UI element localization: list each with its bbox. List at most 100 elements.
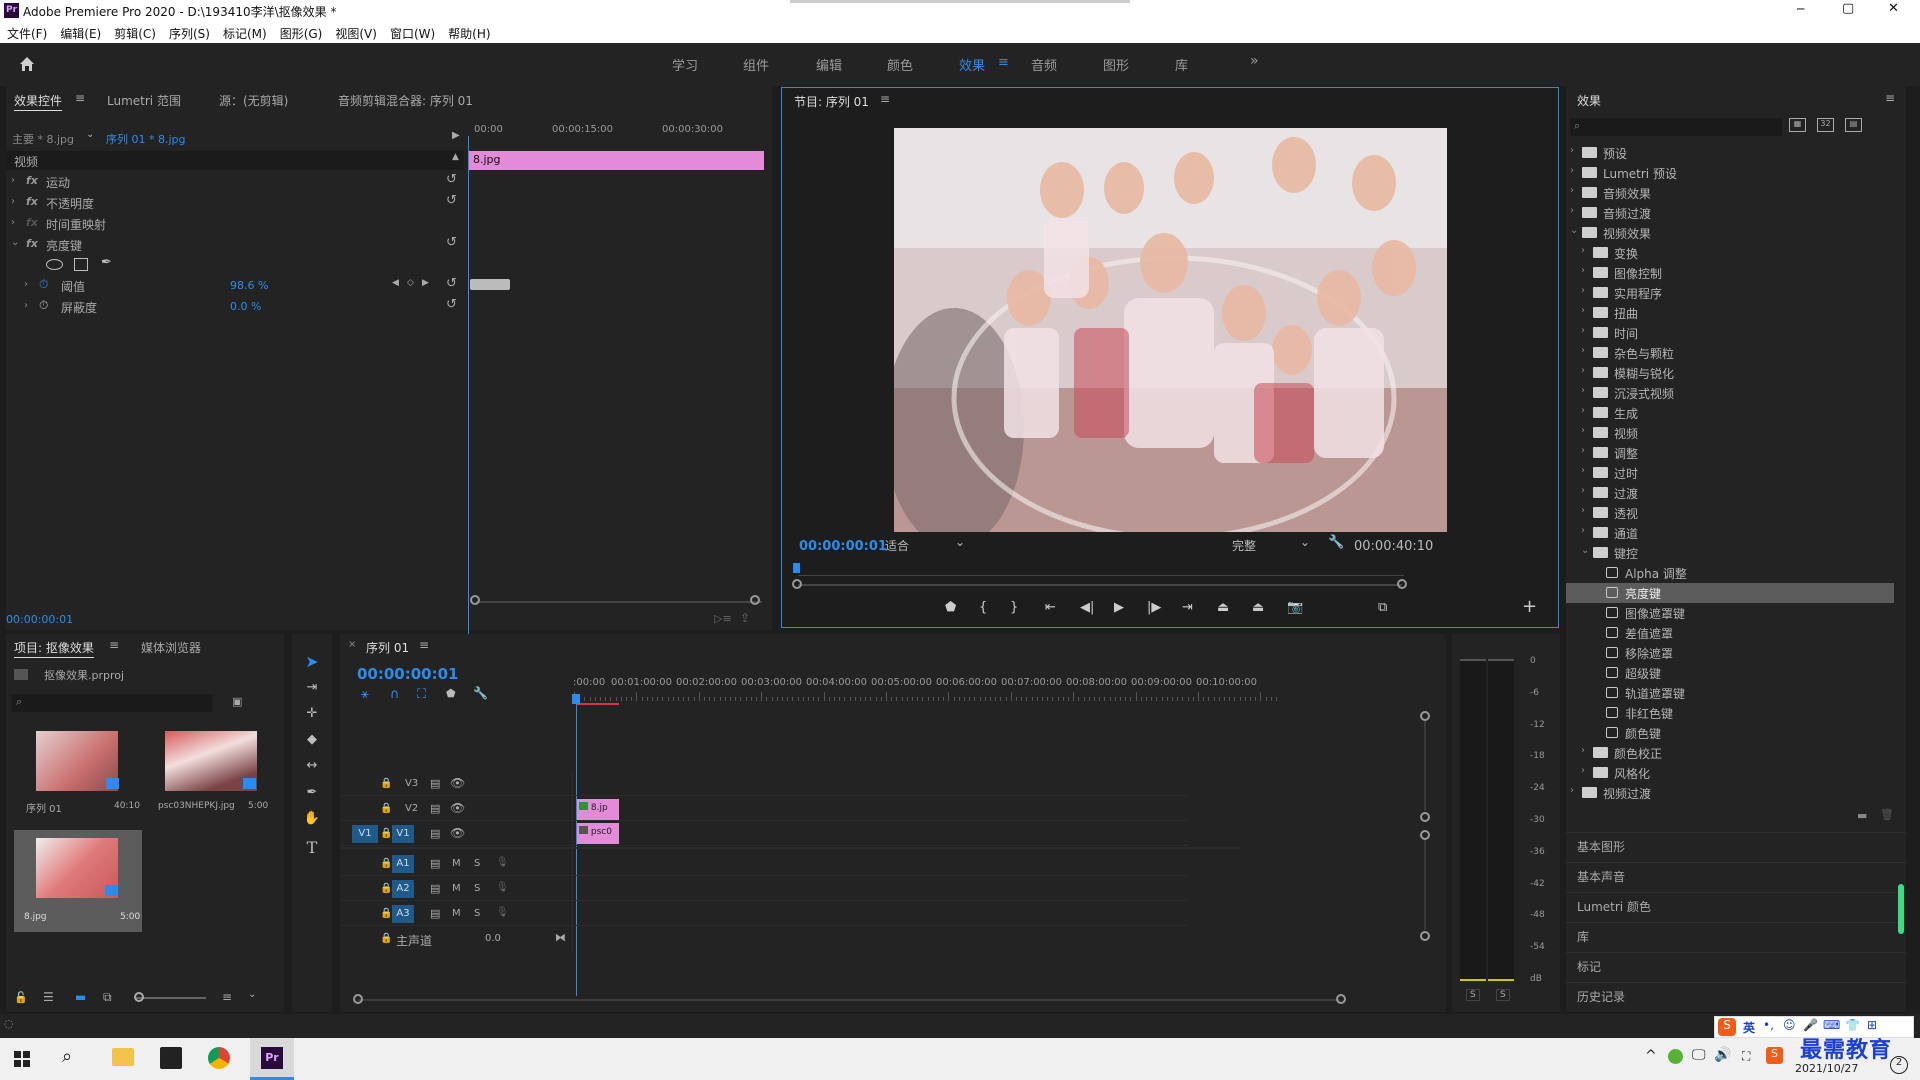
close-icon[interactable]: × <box>348 639 356 650</box>
param-value[interactable]: 98.6 % <box>230 279 268 292</box>
lock-icon[interactable]: 🔒 <box>380 858 392 869</box>
export-frame-icon[interactable]: 📷 <box>1287 600 1303 615</box>
tab-source[interactable]: 源：(无剪辑) <box>219 92 288 109</box>
keyboard-icon[interactable]: ⌨ <box>1823 1018 1840 1032</box>
effects-folder[interactable]: › 沉浸式视频 <box>1566 383 1894 403</box>
scroll-handle[interactable] <box>470 595 480 605</box>
effect-row-time-remap[interactable]: › fx 时间重映射 <box>6 214 464 234</box>
project-item[interactable]: 序列 01 40:10 <box>16 731 140 815</box>
linked-selection-icon[interactable]: ⛶ <box>417 687 426 702</box>
chevron-right-icon[interactable]: › <box>1581 425 1585 436</box>
sync-lock-icon[interactable]: ▤ <box>430 827 440 840</box>
panel-essential-sound[interactable]: 基本声音 <box>1566 862 1906 892</box>
reset-icon[interactable]: ↺ <box>446 276 457 291</box>
menu-window[interactable]: 窗口(W) <box>383 22 435 42</box>
effect-item[interactable]: 非红色键 <box>1566 703 1894 723</box>
chevron-right-icon[interactable]: › <box>24 300 28 311</box>
solo-right-button[interactable]: S <box>1496 989 1510 1001</box>
zoom-slider[interactable] <box>136 997 206 999</box>
param-row-threshold[interactable]: › ⏱ 阈值 98.6 % ◀ ◇ ▶ ↺ <box>6 276 464 296</box>
effects-folder[interactable]: › 生成 <box>1566 403 1894 423</box>
playhead-marker[interactable] <box>793 563 800 573</box>
solo-left-button[interactable]: S <box>1466 989 1480 1001</box>
go-to-in-icon[interactable]: ⇤ <box>1045 600 1056 615</box>
chevron-right-icon[interactable]: › <box>1581 325 1585 336</box>
mute-button[interactable]: M <box>452 908 461 919</box>
emoji-icon[interactable]: ☺ <box>1783 1018 1796 1032</box>
menu-marker[interactable]: 标记(M) <box>216 22 267 42</box>
track-divider[interactable] <box>340 847 1240 849</box>
chevron-right-icon[interactable]: › <box>1581 445 1585 456</box>
eye-icon[interactable]: 👁 <box>450 776 465 790</box>
vertical-zoom-handle[interactable] <box>1420 931 1430 941</box>
panel-menu-icon[interactable]: ≡ <box>419 638 429 652</box>
chevron-right-icon[interactable]: › <box>1581 245 1585 256</box>
play-icon[interactable]: ▶ <box>1114 600 1124 615</box>
effects-folder[interactable]: › 视频 <box>1566 423 1894 443</box>
effects-folder[interactable]: › 风格化 <box>1566 763 1894 783</box>
sync-lock-icon[interactable]: ▤ <box>430 802 440 815</box>
effects-folder[interactable]: › 音频过渡 <box>1566 203 1894 223</box>
effects-panel-title[interactable]: 效果 <box>1577 92 1601 109</box>
scroll-handle[interactable] <box>792 579 802 589</box>
add-keyframe-icon[interactable]: ◇ <box>407 278 414 288</box>
monitor-time-ruler[interactable] <box>798 566 1404 576</box>
ime-language[interactable]: 英 <box>1743 1019 1755 1036</box>
32bit-effects-icon[interactable]: 32 <box>1817 118 1834 132</box>
workspace-tab-editing[interactable]: 编辑 <box>816 55 842 74</box>
chevron-right-icon[interactable]: › <box>1570 785 1574 796</box>
export-icon[interactable]: ⇪ <box>740 611 750 625</box>
effect-row-motion[interactable]: › fx 运动 ↺ <box>6 172 464 192</box>
sequence-clip-label[interactable]: 序列 01 * 8.jpg <box>106 131 186 147</box>
menu-help[interactable]: 帮助(H) <box>441 22 490 42</box>
filter-icon[interactable]: ▷≡ <box>714 612 732 625</box>
timeline-clip[interactable]: 8.jp <box>577 799 619 820</box>
workspace-menu-icon[interactable]: ≡ <box>998 55 1009 70</box>
effect-item[interactable]: 轨道遮罩键 <box>1566 683 1894 703</box>
maximize-button[interactable]: ▢ <box>1842 1 1854 16</box>
play-only-icon[interactable]: ▶ <box>452 130 460 141</box>
ellipse-mask-icon[interactable] <box>46 259 63 270</box>
icon-view-icon[interactable]: ▬ <box>75 990 86 1004</box>
lock-icon[interactable]: 🔒 <box>380 933 392 944</box>
network-icon[interactable]: 🖵 <box>1692 1047 1706 1063</box>
playhead-marker[interactable] <box>468 136 469 636</box>
selection-tool-icon[interactable]: ➤ <box>300 652 324 674</box>
go-to-end-icon[interactable]: ⧓ <box>555 931 566 944</box>
chevron-right-icon[interactable]: › <box>1581 385 1585 396</box>
chevron-right-icon[interactable]: › <box>1570 185 1574 196</box>
workspace-tab-learn[interactable]: 学习 <box>672 55 698 74</box>
delete-icon[interactable]: 🗑 <box>1880 808 1894 821</box>
chevron-right-icon[interactable]: › <box>1581 365 1585 376</box>
horizontal-zoom-track[interactable] <box>358 999 1340 1001</box>
effects-folder[interactable]: › 音频效果 <box>1566 183 1894 203</box>
timeline-ruler[interactable]: :00:00 00:01:00:00 00:02:00:00 00:03:00:00 0… <box>573 674 1294 704</box>
close-button[interactable]: ✕ <box>1888 1 1899 16</box>
track-name[interactable]: A1 <box>392 855 414 873</box>
effects-folder[interactable]: › 颜色校正 <box>1566 743 1894 763</box>
chevron-right-icon[interactable]: › <box>11 196 15 207</box>
eye-icon[interactable]: 👁 <box>450 826 465 840</box>
panel-markers[interactable]: 标记 <box>1566 952 1906 982</box>
lock-icon[interactable]: 🔓 <box>14 991 28 1004</box>
sync-lock-icon[interactable]: ▤ <box>430 777 440 790</box>
ec-scroll-track[interactable] <box>476 601 762 603</box>
panel-menu-icon[interactable]: ≡ <box>75 91 85 105</box>
yuv-effects-icon[interactable]: ▤ <box>1845 118 1862 132</box>
slip-tool-icon[interactable]: ↔ <box>300 758 324 780</box>
add-button-icon[interactable]: + <box>1522 596 1537 617</box>
panel-libraries[interactable]: 库 <box>1566 922 1906 952</box>
track-name[interactable]: A2 <box>392 880 414 898</box>
effect-item[interactable]: 亮度键 <box>1566 583 1894 603</box>
scroll-handle[interactable] <box>750 595 760 605</box>
source-patch-v1[interactable]: V1 <box>352 825 378 843</box>
effects-folder[interactable]: › 调整 <box>1566 443 1894 463</box>
settings-wrench-icon[interactable]: 🔧 <box>1328 535 1344 550</box>
microphone-icon[interactable]: 🎙 <box>496 882 509 893</box>
accelerated-effects-icon[interactable]: ▦ <box>1789 118 1806 132</box>
go-to-out-icon[interactable]: ⇥ <box>1182 600 1193 615</box>
microphone-icon[interactable]: 🎙 <box>496 907 509 918</box>
vertical-zoom-handle[interactable] <box>1420 711 1430 721</box>
effect-item[interactable]: Alpha 调整 <box>1566 563 1894 583</box>
track-name[interactable]: A3 <box>392 905 414 923</box>
